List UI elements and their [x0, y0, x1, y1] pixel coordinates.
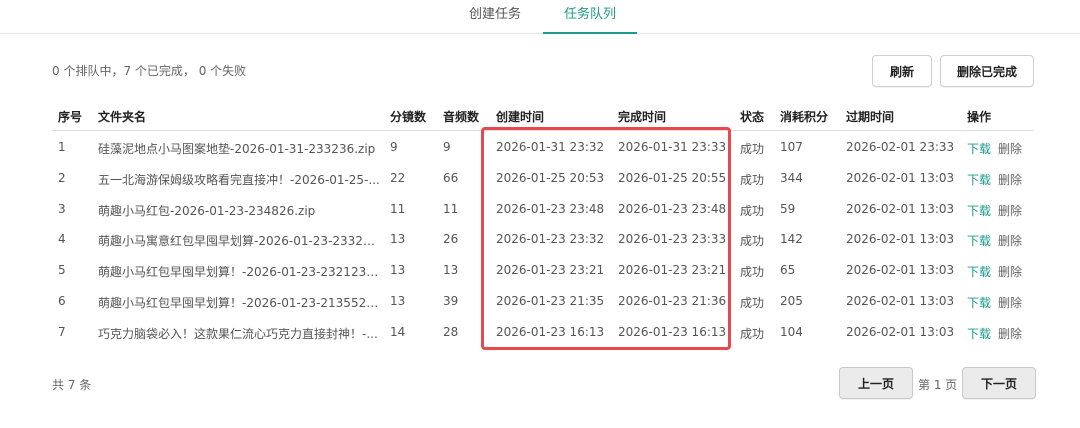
cell-status: 成功 — [740, 296, 765, 310]
cell-points: 104 — [780, 324, 803, 339]
cell-shots: 13 — [390, 263, 406, 278]
cell-points: 107 — [780, 140, 803, 154]
col-header-folder-name: 文件夹名 — [98, 110, 147, 124]
cell-status: 成功 — [740, 142, 765, 156]
cell-status: 成功 — [740, 326, 765, 341]
cell-folder-name: 五一北海游保姆级攻略看完直接冲！-2026-01-25-... — [98, 172, 380, 187]
cell-points: 59 — [780, 201, 796, 216]
cell-shots: 11 — [390, 201, 406, 216]
cell-folder-name: 萌趣小马红包早囤早划算！-2026-01-23-232123.zip — [98, 265, 380, 280]
delete-link[interactable]: 删除 — [998, 171, 1022, 188]
delete-link[interactable]: 删除 — [998, 202, 1022, 219]
delete-link[interactable]: 删除 — [998, 140, 1022, 157]
cell-audio: 28 — [443, 324, 459, 339]
tab-task-queue[interactable]: 任务队列 — [543, 6, 637, 34]
cell-audio: 66 — [443, 170, 459, 185]
delete-link[interactable]: 删除 — [998, 263, 1022, 280]
queue-summary: 0 个排队中，7 个已完成， 0 个失败 — [52, 64, 247, 78]
download-link[interactable]: 下载 — [967, 294, 991, 311]
time-columns-highlight-box — [481, 127, 731, 350]
col-header-status: 状态 — [740, 110, 765, 124]
tab-create-task[interactable]: 创建任务 — [456, 6, 534, 32]
cell-index: 2 — [58, 170, 66, 185]
cell-shots: 9 — [390, 140, 398, 154]
col-header-index: 序号 — [58, 110, 83, 124]
cell-expire-time: 2026-02-01 13:03 — [846, 170, 955, 185]
cell-index: 3 — [58, 201, 66, 216]
cell-expire-time: 2026-02-01 13:03 — [846, 232, 955, 247]
cell-folder-name: 萌趣小马红包早囤早划算！-2026-01-23-213552.zip — [98, 296, 380, 310]
cell-shots: 22 — [390, 170, 406, 185]
cell-points: 205 — [780, 294, 803, 308]
col-header-expire-time: 过期时间 — [846, 110, 895, 124]
delete-link[interactable]: 删除 — [998, 325, 1022, 342]
cell-index: 6 — [58, 294, 66, 308]
delete-completed-button[interactable]: 删除已完成 — [940, 55, 1034, 87]
cell-index: 1 — [58, 140, 66, 154]
cell-points: 65 — [780, 263, 796, 278]
tab-bar: 创建任务 任务队列 — [0, 0, 1080, 34]
cell-folder-name: 巧克力脑袋必入！这款果仁流心巧克力直接封神！-... — [98, 326, 378, 341]
download-link[interactable]: 下载 — [967, 263, 991, 280]
cell-points: 142 — [780, 232, 803, 247]
download-link[interactable]: 下载 — [967, 232, 991, 249]
cell-expire-time: 2026-02-01 23:33 — [846, 140, 955, 154]
cell-shots: 13 — [390, 232, 406, 247]
cell-folder-name: 萌趣小马红包-2026-01-23-234826.zip — [98, 203, 316, 218]
cell-index: 5 — [58, 263, 66, 278]
cell-expire-time: 2026-02-01 13:03 — [846, 263, 955, 278]
cell-status: 成功 — [740, 172, 765, 187]
cell-status: 成功 — [740, 203, 765, 218]
cell-audio: 26 — [443, 232, 459, 247]
cell-status: 成功 — [740, 234, 765, 249]
total-count: 共 7 条 — [52, 378, 92, 392]
cell-shots: 13 — [390, 294, 406, 308]
cell-expire-time: 2026-02-01 13:03 — [846, 294, 955, 308]
cell-expire-time: 2026-02-01 13:03 — [846, 201, 955, 216]
col-header-audio: 音频数 — [443, 110, 480, 124]
col-header-shots: 分镜数 — [390, 110, 427, 124]
cell-audio: 39 — [443, 294, 459, 308]
cell-index: 4 — [58, 232, 66, 247]
next-page-button[interactable]: 下一页 — [962, 367, 1036, 399]
col-header-points: 消耗积分 — [780, 110, 829, 124]
cell-expire-time: 2026-02-01 13:03 — [846, 324, 955, 339]
cell-shots: 14 — [390, 324, 406, 339]
download-link[interactable]: 下载 — [967, 140, 991, 157]
cell-points: 344 — [780, 170, 803, 185]
col-header-finished-time: 完成时间 — [618, 110, 667, 124]
refresh-button[interactable]: 刷新 — [872, 55, 932, 87]
cell-folder-name: 硅藻泥地点小马图案地垫-2026-01-31-233236.zip — [98, 142, 376, 156]
delete-link[interactable]: 删除 — [998, 294, 1022, 311]
cell-audio: 11 — [443, 201, 459, 216]
col-header-created-time: 创建时间 — [496, 110, 545, 124]
prev-page-button[interactable]: 上一页 — [839, 367, 913, 399]
col-header-actions: 操作 — [967, 110, 992, 124]
download-link[interactable]: 下载 — [967, 171, 991, 188]
cell-status: 成功 — [740, 265, 765, 280]
cell-folder-name: 萌趣小马寓意红包早囤早划算-2026-01-23-233221.zip — [98, 234, 380, 249]
download-link[interactable]: 下载 — [967, 202, 991, 219]
delete-link[interactable]: 删除 — [998, 232, 1022, 249]
cell-audio: 13 — [443, 263, 459, 278]
download-link[interactable]: 下载 — [967, 325, 991, 342]
cell-index: 7 — [58, 324, 66, 339]
page-indicator: 第 1 页 — [918, 378, 958, 392]
cell-audio: 9 — [443, 140, 451, 154]
